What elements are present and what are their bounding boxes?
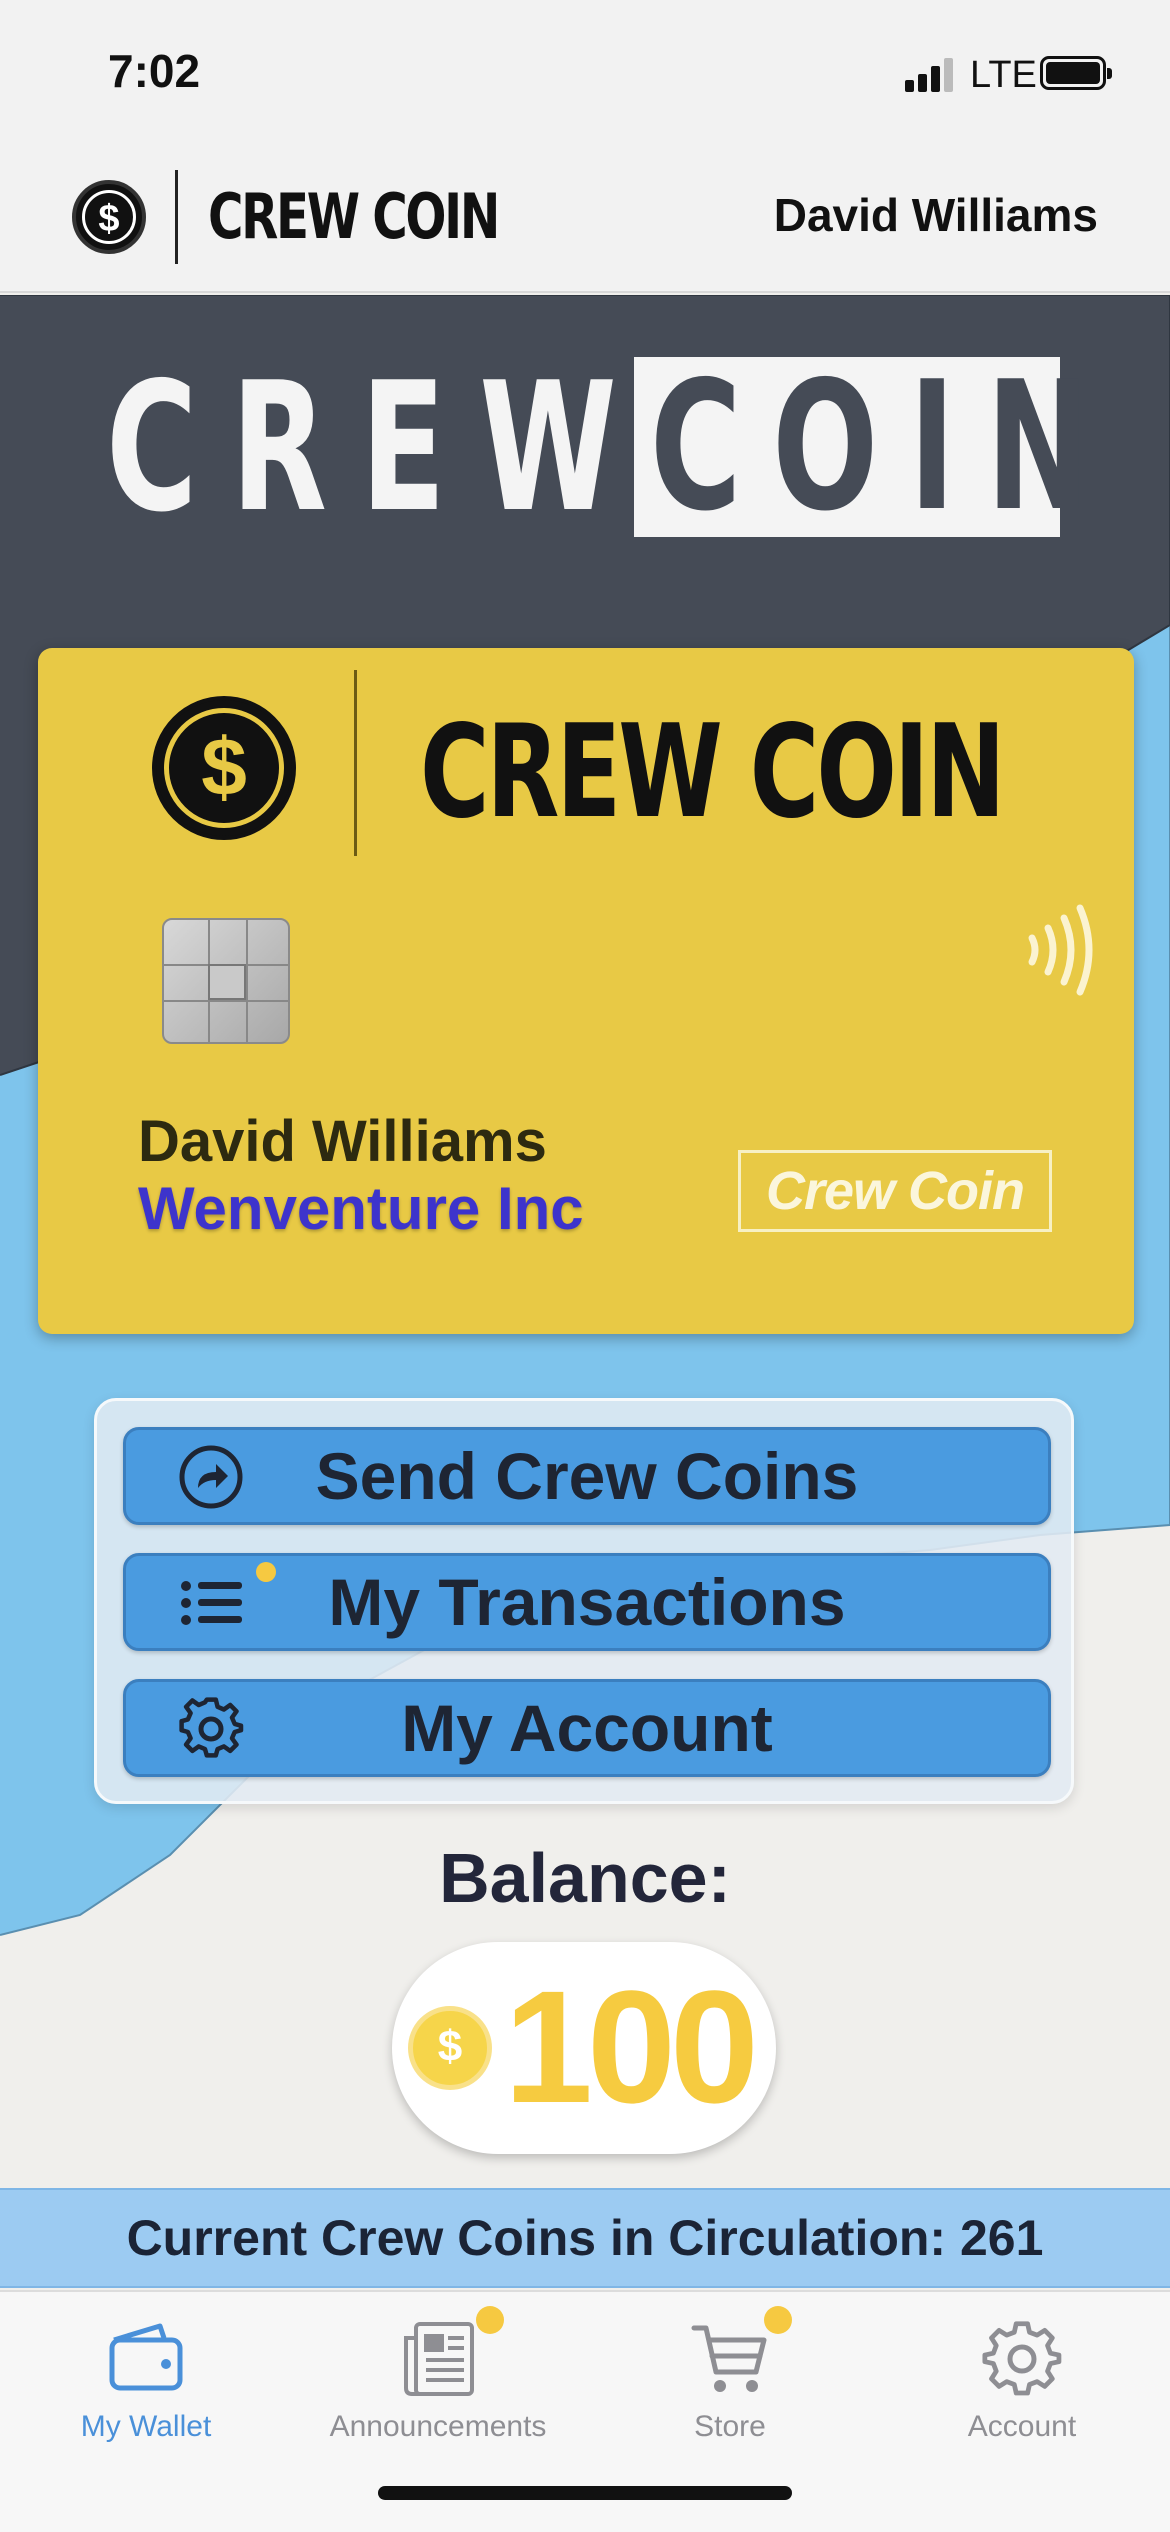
network-type: LTE [970, 54, 1037, 96]
send-crew-coins-label: Send Crew Coins [315, 1439, 859, 1513]
home-indicator[interactable] [378, 2486, 792, 2500]
store-notification-dot [764, 2306, 792, 2334]
tab-account-label: Account [967, 2410, 1077, 2443]
banner-coin-box: COIN [634, 354, 1090, 539]
tab-account[interactable]: Account [876, 2292, 1168, 2452]
tab-announcements-label: Announcements [329, 2410, 547, 2443]
header-divider [175, 170, 178, 264]
tab-my-wallet[interactable]: My Wallet [0, 2292, 292, 2452]
banner-word-crew: CREW [106, 344, 651, 551]
my-account-label: My Account [401, 1691, 773, 1765]
action-panel: Send Crew Coins My Transactions My Accou… [94, 1398, 1074, 1804]
signal-icon [905, 58, 953, 92]
tab-store-label: Store [694, 2410, 766, 2443]
gear-icon [982, 2321, 1062, 2396]
balance-display: $ 100 [392, 1942, 776, 2154]
wallet-icon [109, 2323, 183, 2391]
banner-word-coin: COIN [650, 343, 1122, 550]
header-brand: CREW COIN [208, 180, 500, 253]
my-transactions-button[interactable]: My Transactions [123, 1553, 1051, 1651]
status-time: 7:02 [108, 45, 201, 97]
balance-label: Balance: [439, 1839, 731, 1917]
wallet-card: $ CREW COIN David Williams Wenventure In… [38, 648, 1134, 1334]
tab-my-wallet-label: My Wallet [80, 2410, 212, 2443]
card-badge: Crew Coin [738, 1150, 1052, 1232]
card-company: Wenventure Inc [138, 1175, 584, 1242]
contactless-icon [1028, 904, 1093, 996]
coin-icon: $ [408, 2006, 492, 2090]
my-transactions-label: My Transactions [328, 1565, 846, 1639]
chip-icon [162, 918, 290, 1044]
circulation-banner: Current Crew Coins in Circulation: 261 [0, 2188, 1170, 2288]
crew-coin-banner: CREW COIN [0, 344, 1170, 551]
balance-value: 100 [504, 1957, 759, 2136]
battery-icon [1040, 56, 1112, 90]
card-divider [354, 670, 357, 856]
cart-icon [691, 2325, 767, 2392]
tab-store[interactable]: Store [584, 2292, 876, 2452]
dollar-coin-icon: $ [72, 180, 146, 254]
dollar-coin-icon: $ [152, 696, 296, 840]
card-brand: CREW COIN [420, 698, 1005, 847]
card-holder-name: David Williams [138, 1109, 547, 1174]
header-user-name[interactable]: David Williams [774, 188, 1098, 242]
newspaper-icon [404, 2322, 474, 2396]
app-header: $ CREW COIN David Williams [0, 150, 1170, 293]
announcements-notification-dot [476, 2306, 504, 2334]
tab-announcements[interactable]: Announcements [292, 2292, 584, 2452]
status-bar: 7:02 LTE [0, 0, 1170, 150]
send-crew-coins-button[interactable]: Send Crew Coins [123, 1427, 1051, 1525]
my-account-button[interactable]: My Account [123, 1679, 1051, 1777]
